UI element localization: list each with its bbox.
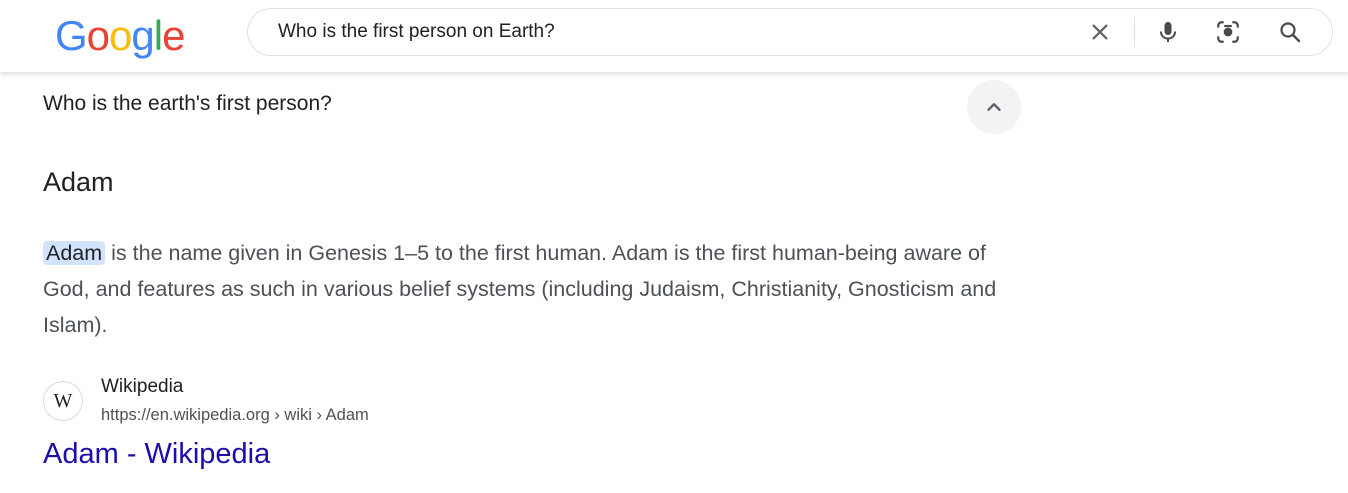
logo-letter: g (131, 12, 154, 59)
answer-title: Adam (43, 167, 114, 197)
search-query-text[interactable]: Who is the first person on Earth? (278, 9, 555, 55)
snippet-text: is the name given in Genesis 1–5 to the … (43, 241, 997, 337)
lens-icon (1217, 21, 1239, 43)
search-button[interactable] (1276, 18, 1304, 46)
clear-button[interactable] (1086, 18, 1114, 46)
collapse-button[interactable] (967, 80, 1021, 134)
search-box[interactable]: Who is the first person on Earth? (247, 8, 1333, 56)
search-header: Google Who is the first person on Earth? (0, 0, 1348, 72)
answer-snippet: Adam is the name given in Genesis 1–5 to… (43, 235, 1023, 343)
source-name[interactable]: Wikipedia (101, 376, 183, 398)
lens-search-button[interactable] (1214, 18, 1242, 46)
featured-answer: Who is the earth's first person? Adam Ad… (0, 72, 1348, 493)
voice-search-button[interactable] (1154, 18, 1182, 46)
wikipedia-icon[interactable]: W (43, 381, 83, 421)
search-divider (1134, 17, 1135, 47)
logo-letter: o (109, 12, 132, 59)
logo-letter: e (162, 12, 185, 59)
logo-letter: l (153, 12, 163, 59)
snippet-highlight: Adam (43, 241, 106, 265)
close-icon (1092, 24, 1108, 40)
google-logo[interactable]: Google (55, 6, 185, 66)
logo-letter: o (86, 12, 110, 59)
search-icon (1280, 22, 1301, 43)
mic-icon (1160, 22, 1176, 42)
result-link[interactable]: Adam - Wikipedia (43, 438, 270, 471)
related-question[interactable]: Who is the earth's first person? (43, 92, 332, 116)
chevron-up-icon (987, 103, 1001, 111)
source-url[interactable]: https://en.wikipedia.org › wiki › Adam (101, 406, 369, 425)
logo-letter: G (55, 12, 88, 59)
